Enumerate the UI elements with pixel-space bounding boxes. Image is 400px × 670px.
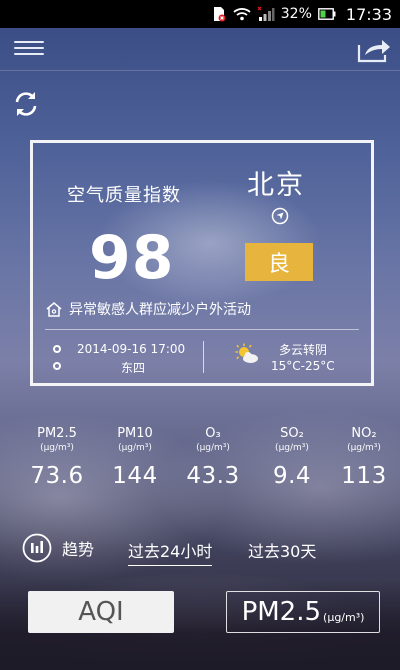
pollutant-name: O₃	[205, 426, 221, 441]
location-arrow-icon[interactable]	[271, 207, 289, 225]
partly-cloudy-icon	[235, 343, 259, 365]
pollutant-no2[interactable]: NO₂ (μg/m³) 113	[341, 426, 386, 489]
pollutant-value: 9.4	[272, 463, 312, 489]
clock-icon	[53, 345, 61, 353]
tab-past-30-days[interactable]: 过去30天	[248, 538, 316, 562]
pm25-button-unit: (μg/m³)	[323, 610, 365, 624]
aqi-card: 空气质量指数 98 北京 良 异常敏感人群应减少户外活动 2014-09-16 …	[30, 140, 374, 386]
trend-label: 趋势	[62, 540, 95, 559]
pollutant-name: NO₂	[351, 426, 377, 441]
header-divider	[0, 70, 400, 71]
pollutant-unit: (μg/m³)	[347, 443, 381, 453]
battery-percent: 32%	[280, 6, 312, 22]
home-icon	[45, 300, 63, 318]
trend-section: 趋势	[22, 532, 94, 564]
bar-chart-icon	[22, 533, 52, 563]
wifi-icon	[233, 7, 251, 21]
pollutant-unit: (μg/m³)	[40, 443, 74, 453]
sim-card-error-icon	[211, 6, 227, 22]
temperature-range: 15°C-25°C	[271, 359, 335, 373]
pollutant-pm10[interactable]: PM10 (μg/m³) 144	[112, 426, 157, 489]
pollutant-name: PM10	[117, 426, 153, 441]
refresh-icon[interactable]	[10, 88, 42, 120]
menu-icon[interactable]	[14, 37, 44, 61]
pollutant-unit: (μg/m³)	[196, 443, 230, 453]
share-icon[interactable]	[356, 34, 392, 64]
pollutant-value: 73.6	[30, 463, 84, 489]
pollutant-so2[interactable]: SO₂ (μg/m³) 9.4	[273, 426, 311, 489]
health-advice: 异常敏感人群应减少户外活动	[45, 299, 251, 319]
pollutant-unit: (μg/m³)	[275, 443, 309, 453]
aqi-title: 空气质量指数	[67, 185, 181, 206]
pollutant-o3[interactable]: O₃ (μg/m³) 43.3	[186, 426, 239, 489]
pollutant-name: SO₂	[280, 426, 304, 441]
aqi-button[interactable]: AQI	[28, 591, 174, 633]
pollutant-list: PM2.5 (μg/m³) 73.6 PM10 (μg/m³) 144 O₃ (…	[0, 426, 400, 506]
station-name: 东四	[121, 361, 146, 375]
status-bar: 32% 17:33	[0, 0, 400, 28]
health-advice-text: 异常敏感人群应减少户外活动	[69, 302, 251, 318]
app-header	[0, 28, 400, 70]
pm25-button-label: PM2.5	[241, 597, 322, 627]
pollutant-value: 43.3	[186, 463, 240, 489]
pm25-button[interactable]: PM2.5 (μg/m³)	[226, 591, 380, 633]
card-divider	[45, 329, 359, 330]
aqi-level-badge: 良	[245, 243, 313, 281]
pollutant-name: PM2.5	[37, 426, 77, 441]
signal-icon	[257, 6, 275, 22]
tab-past-24-hours[interactable]: 过去24小时	[128, 538, 213, 566]
weather-description: 多云转阴	[279, 343, 328, 357]
pin-icon	[53, 362, 61, 370]
aqi-value: 98	[89, 223, 175, 293]
update-time: 2014-09-16 17:00	[77, 342, 186, 356]
city-name[interactable]: 北京	[247, 163, 305, 202]
pollutant-pm25[interactable]: PM2.5 (μg/m³) 73.6	[30, 426, 83, 489]
pollutant-unit: (μg/m³)	[118, 443, 152, 453]
battery-icon	[317, 8, 336, 20]
pollutant-value: 113	[341, 463, 387, 489]
card-vertical-divider	[203, 341, 204, 373]
pollutant-value: 144	[112, 463, 158, 489]
status-time: 17:33	[345, 4, 392, 24]
